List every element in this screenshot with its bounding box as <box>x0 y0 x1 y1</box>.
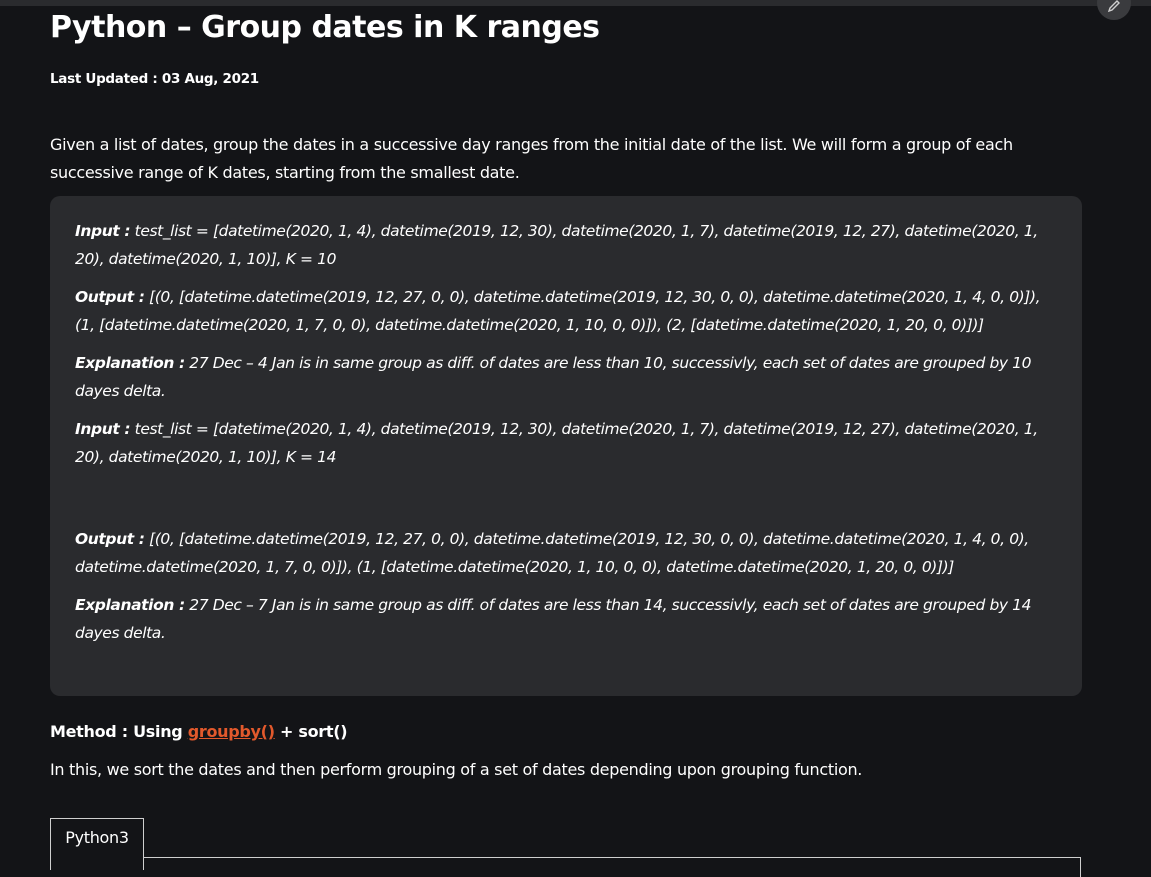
example-explanation-2: Explanation : 27 Dec – 7 Jan is in same … <box>75 591 1060 647</box>
explanation-text: 27 Dec – 4 Jan is in same group as diff.… <box>75 354 1032 400</box>
pencil-icon <box>1107 0 1121 17</box>
groupby-link[interactable]: groupby() <box>188 722 275 741</box>
input-text: test_list = [datetime(2020, 1, 4), datet… <box>75 420 1038 466</box>
example-box: Input : test_list = [datetime(2020, 1, 4… <box>50 196 1082 696</box>
example-output-1: Output : [(0, [datetime.datetime(2019, 1… <box>75 283 1060 339</box>
explanation-label: Explanation : <box>75 354 185 372</box>
example-input-2: Input : test_list = [datetime(2020, 1, 4… <box>75 415 1060 471</box>
method-suffix: + sort() <box>274 722 348 741</box>
input-text: test_list = [datetime(2020, 1, 4), datet… <box>75 222 1038 268</box>
output-text: [(0, [datetime.datetime(2019, 12, 27, 0,… <box>75 288 1041 334</box>
method-heading: Method : Using groupby() + sort() <box>50 722 348 741</box>
method-description: In this, we sort the dates and then perf… <box>50 760 863 779</box>
input-label: Input : <box>75 420 131 438</box>
tab-python3[interactable]: Python3 <box>50 818 144 870</box>
last-updated: Last Updated : 03 Aug, 2021 <box>50 71 259 87</box>
top-bar <box>0 0 1151 6</box>
example-output-2: Output : [(0, [datetime.datetime(2019, 1… <box>75 525 1060 581</box>
example-input-1: Input : test_list = [datetime(2020, 1, 4… <box>75 217 1060 273</box>
code-block <box>50 857 1081 877</box>
explanation-label: Explanation : <box>75 596 185 614</box>
input-label: Input : <box>75 222 131 240</box>
example-explanation-1: Explanation : 27 Dec – 4 Jan is in same … <box>75 349 1060 405</box>
output-label: Output : <box>75 530 145 548</box>
explanation-text: 27 Dec – 7 Jan is in same group as diff.… <box>75 596 1032 642</box>
output-label: Output : <box>75 288 145 306</box>
edit-button[interactable] <box>1097 0 1131 20</box>
article-title: Python – Group dates in K ranges <box>50 10 600 45</box>
article-intro: Given a list of dates, group the dates i… <box>50 135 1013 182</box>
method-prefix: Method : Using <box>50 722 188 741</box>
output-text: [(0, [datetime.datetime(2019, 12, 27, 0,… <box>75 530 1029 576</box>
